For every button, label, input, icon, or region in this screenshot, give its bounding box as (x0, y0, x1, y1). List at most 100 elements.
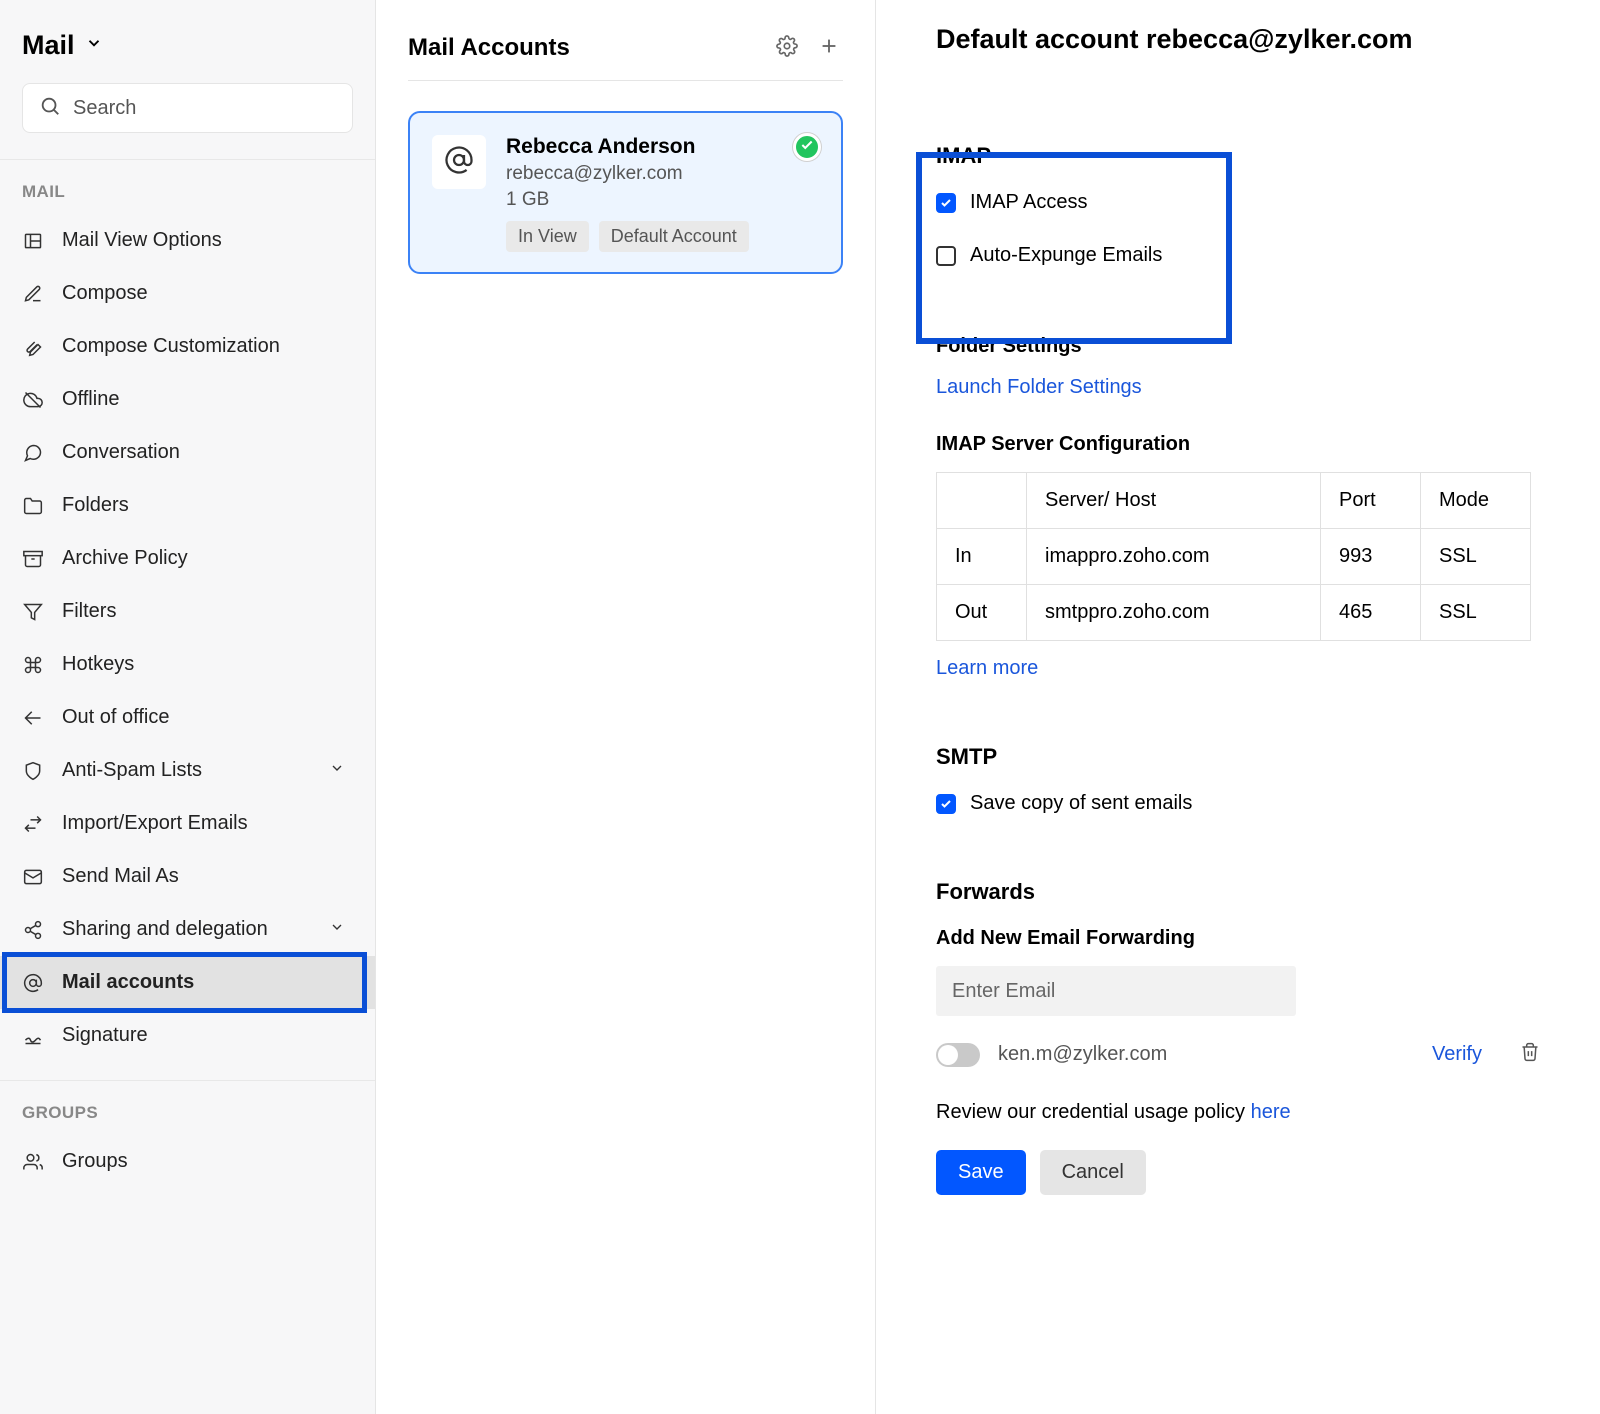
nav-sharing-delegation[interactable]: Sharing and delegation (0, 903, 375, 956)
cloud-off-icon (22, 389, 44, 411)
nav-label: Compose (62, 282, 148, 305)
nav-mail-view-options[interactable]: Mail View Options (0, 214, 375, 267)
layout-icon (22, 230, 44, 252)
archive-icon (22, 548, 44, 570)
folder-settings-section: Folder Settings Launch Folder Settings (936, 335, 1540, 399)
add-forwarding-heading: Add New Email Forwarding (936, 927, 1540, 950)
cancel-button[interactable]: Cancel (1040, 1150, 1146, 1195)
learn-more-link[interactable]: Learn more (936, 657, 1038, 679)
filter-icon (22, 601, 44, 623)
tools-icon (22, 336, 44, 358)
nav-hotkeys[interactable]: Hotkeys (0, 638, 375, 691)
forward-entry-row: ken.m@zylker.com Verify (936, 1042, 1540, 1067)
account-email: rebecca@zylker.com (506, 163, 819, 185)
nav-label: Filters (62, 600, 116, 623)
nav-groups[interactable]: Groups (0, 1135, 375, 1188)
delete-button[interactable] (1520, 1042, 1540, 1067)
nav-archive-policy[interactable]: Archive Policy (0, 532, 375, 585)
smtp-heading: SMTP (936, 744, 1540, 770)
nav-mail-accounts[interactable]: Mail accounts (0, 956, 375, 1009)
checkbox-checked-icon[interactable] (936, 794, 956, 814)
forward-email-input[interactable] (936, 966, 1296, 1016)
forwards-section: Forwards Add New Email Forwarding ken.m@… (936, 879, 1540, 1067)
nav-signature[interactable]: Signature (0, 1009, 375, 1062)
check-icon (800, 138, 814, 157)
nav-label: Signature (62, 1024, 148, 1047)
search-field[interactable] (73, 97, 336, 120)
plane-icon (22, 707, 44, 729)
forward-email-value: ken.m@zylker.com (998, 1043, 1414, 1066)
nav-label: Offline (62, 388, 119, 411)
forward-toggle[interactable] (936, 1043, 980, 1067)
nav-label: Anti-Spam Lists (62, 759, 202, 782)
at-icon (444, 145, 474, 180)
auto-expunge-row[interactable]: Auto-Expunge Emails (936, 244, 1540, 267)
detail-title: Default account rebecca@zylker.com (936, 24, 1540, 55)
accounts-title: Mail Accounts (408, 34, 759, 62)
nav-compose-customization[interactable]: Compose Customization (0, 320, 375, 373)
nav-label: Send Mail As (62, 865, 179, 888)
settings-button[interactable] (773, 34, 801, 62)
imap-section: IMAP IMAP Access Auto-Expunge Emails (936, 125, 1540, 301)
server-config-table: Server/ Host Port Mode In imappro.zoho.c… (936, 472, 1531, 641)
users-icon (22, 1151, 44, 1173)
save-copy-row[interactable]: Save copy of sent emails (936, 792, 1540, 815)
account-name: Rebecca Anderson (506, 135, 819, 159)
section-label-mail: MAIL (0, 172, 375, 214)
search-icon (39, 95, 61, 122)
nav-label: Mail View Options (62, 229, 222, 252)
td-out-label: Out (937, 585, 1027, 641)
nav-anti-spam[interactable]: Anti-Spam Lists (0, 744, 375, 797)
gear-icon (776, 35, 798, 62)
save-button[interactable]: Save (936, 1150, 1026, 1195)
policy-prefix: Review our credential usage policy (936, 1101, 1251, 1123)
checkbox-unchecked-icon[interactable] (936, 246, 956, 266)
td-out-mode: SSL (1421, 585, 1531, 641)
account-card[interactable]: Rebecca Anderson rebecca@zylker.com 1 GB… (408, 111, 843, 274)
launch-folder-settings-link[interactable]: Launch Folder Settings (936, 376, 1142, 398)
accounts-column: Mail Accounts Rebecca Anderson rebecca@z… (376, 0, 876, 1414)
share-icon (22, 919, 44, 941)
th-port: Port (1321, 473, 1421, 529)
button-row: Save Cancel (936, 1150, 1540, 1195)
auto-expunge-label: Auto-Expunge Emails (970, 244, 1162, 267)
nav-folders[interactable]: Folders (0, 479, 375, 532)
nav-label: Conversation (62, 441, 180, 464)
forwards-heading: Forwards (936, 879, 1540, 905)
folder-settings-heading: Folder Settings (936, 335, 1540, 358)
td-in-host: imappro.zoho.com (1027, 529, 1321, 585)
compose-icon (22, 283, 44, 305)
nav-import-export[interactable]: Import/Export Emails (0, 797, 375, 850)
th-mode: Mode (1421, 473, 1531, 529)
smtp-section: SMTP Save copy of sent emails (936, 744, 1540, 815)
nav-send-mail-as[interactable]: Send Mail As (0, 850, 375, 903)
sidebar-header[interactable]: Mail (0, 18, 375, 83)
policy-text: Review our credential usage policy here (936, 1101, 1540, 1124)
nav-conversation[interactable]: Conversation (0, 426, 375, 479)
detail-column: Default account rebecca@zylker.com IMAP … (876, 0, 1600, 1414)
server-config-section: IMAP Server Configuration Server/ Host P… (936, 433, 1540, 680)
checkbox-checked-icon[interactable] (936, 193, 956, 213)
nav-label: Archive Policy (62, 547, 188, 570)
nav-offline[interactable]: Offline (0, 373, 375, 426)
nav-filters[interactable]: Filters (0, 585, 375, 638)
verify-link[interactable]: Verify (1432, 1043, 1482, 1066)
save-copy-label: Save copy of sent emails (970, 792, 1192, 815)
imap-access-label: IMAP Access (970, 191, 1087, 214)
td-out-port: 465 (1321, 585, 1421, 641)
table-row: In imappro.zoho.com 993 SSL (937, 529, 1531, 585)
trash-icon (1520, 1049, 1540, 1066)
search-input[interactable] (22, 83, 353, 133)
account-size: 1 GB (506, 189, 819, 211)
check-badge (793, 133, 821, 161)
signature-icon (22, 1025, 44, 1047)
plus-icon (818, 35, 840, 62)
policy-link[interactable]: here (1251, 1101, 1291, 1123)
td-in-port: 993 (1321, 529, 1421, 585)
add-account-button[interactable] (815, 34, 843, 62)
td-out-host: smtppro.zoho.com (1027, 585, 1321, 641)
nav-out-of-office[interactable]: Out of office (0, 691, 375, 744)
imap-access-row[interactable]: IMAP Access (936, 191, 1540, 214)
nav-compose[interactable]: Compose (0, 267, 375, 320)
nav-label: Mail accounts (62, 971, 194, 994)
